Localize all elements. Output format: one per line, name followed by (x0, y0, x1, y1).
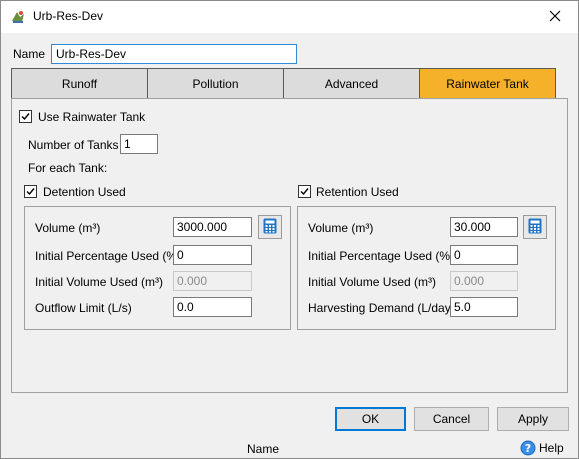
calculator-icon (528, 218, 542, 237)
detention-calculator-button[interactable] (258, 215, 282, 239)
help-label: Help (539, 441, 564, 455)
retention-group: Volume (m³) 30.000 Initial Percentage Us… (297, 206, 556, 330)
retention-initial-vol-label: Initial Volume Used (m³) (308, 275, 437, 289)
help-link[interactable]: ? Help (520, 439, 564, 457)
app-icon (10, 9, 26, 25)
ok-button[interactable]: OK (335, 407, 406, 431)
checkmark-icon (300, 188, 309, 196)
tab-rainwater-tank[interactable]: Rainwater Tank (419, 68, 556, 99)
tab-bar: Runoff Pollution Advanced Rainwater Tank (11, 68, 557, 99)
tab-runoff[interactable]: Runoff (11, 68, 148, 99)
retention-demand-label: Harvesting Demand (L/day) (308, 301, 455, 315)
title-bar: Urb-Res-Dev (1, 1, 578, 33)
detention-initial-pct-label: Initial Percentage Used (%) (35, 249, 182, 263)
close-icon (549, 10, 561, 25)
detention-outflow-label: Outflow Limit (L/s) (35, 301, 132, 315)
help-icon: ? (520, 440, 536, 456)
retention-volume-label: Volume (m³) (308, 221, 374, 235)
window-title: Urb-Res-Dev (33, 9, 104, 23)
retention-demand-input[interactable]: 5.0 (450, 297, 518, 317)
retention-used-checkbox[interactable] (298, 185, 311, 198)
dialog-window: Urb-Res-Dev Name Urb-Res-Dev Runoff Poll… (0, 0, 579, 459)
tab-advanced[interactable]: Advanced (283, 68, 420, 99)
detention-outflow-input[interactable]: 0.0 (173, 297, 252, 317)
retention-initial-vol-input: 0.000 (450, 271, 518, 291)
detention-initial-vol-input: 0.000 (173, 271, 252, 291)
retention-calculator-button[interactable] (523, 215, 547, 239)
retention-volume-input[interactable]: 30.000 (450, 217, 518, 237)
cancel-button[interactable]: Cancel (414, 407, 489, 431)
checkmark-icon (21, 113, 30, 121)
name-label: Name (13, 47, 46, 61)
number-of-tanks-input[interactable]: 1 (120, 134, 158, 154)
retention-used-label: Retention Used (316, 185, 399, 199)
use-rainwater-tank-label: Use Rainwater Tank (38, 110, 146, 124)
detention-initial-pct-input[interactable]: 0 (173, 245, 252, 265)
detention-used-checkbox[interactable] (24, 185, 37, 198)
checkmark-icon (26, 188, 35, 196)
number-of-tanks-label: Number of Tanks (28, 138, 119, 152)
svg-text:?: ? (525, 442, 531, 455)
calculator-icon (263, 218, 277, 237)
apply-button[interactable]: Apply (497, 407, 569, 431)
retention-initial-pct-label: Initial Percentage Used (%) (308, 249, 455, 263)
for-each-tank-label: For each Tank: (28, 161, 108, 175)
name-input[interactable]: Urb-Res-Dev (51, 44, 297, 64)
detention-volume-label: Volume (m³) (35, 221, 101, 235)
detention-used-label: Detention Used (43, 185, 126, 199)
detention-initial-vol-label: Initial Volume Used (m³) (35, 275, 164, 289)
rainwater-tank-panel: Use Rainwater Tank Number of Tanks 1 For… (11, 98, 568, 393)
use-rainwater-tank-checkbox[interactable] (19, 110, 32, 123)
detention-group: Volume (m³) 3000.000 Initial Percentage … (24, 206, 291, 330)
detention-volume-input[interactable]: 3000.000 (173, 217, 252, 237)
tab-pollution[interactable]: Pollution (147, 68, 284, 99)
status-bar: Name ? Help (1, 437, 578, 459)
status-text: Name (247, 442, 280, 456)
retention-initial-pct-input[interactable]: 0 (450, 245, 518, 265)
close-button[interactable] (532, 1, 578, 33)
